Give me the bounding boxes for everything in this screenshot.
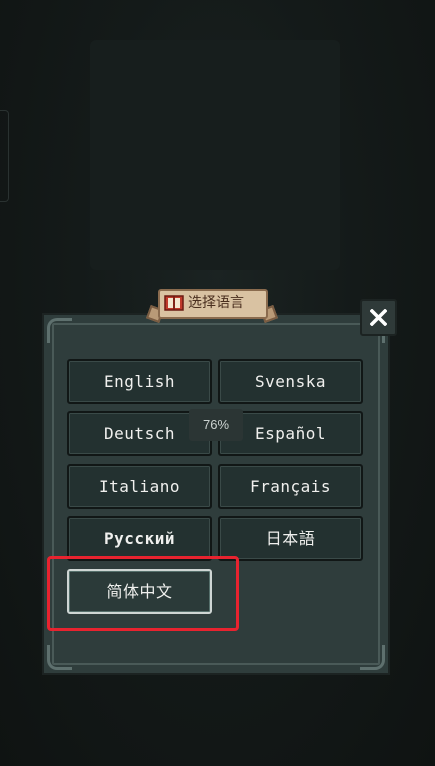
- highlight-annotation: [47, 556, 239, 631]
- dialog-title: 选择语言: [188, 295, 244, 311]
- corner-ornament-icon: [47, 645, 72, 670]
- language-button-svenska[interactable]: Svenska: [218, 359, 363, 404]
- dialog-title-banner: 选择语言: [146, 287, 278, 323]
- language-button-japanese[interactable]: 日本語: [218, 516, 363, 561]
- book-icon: [164, 295, 184, 311]
- game-background: 选择语言 English Svenska Deutsch Español Ita…: [0, 0, 435, 766]
- zoom-level-badge: 76%: [189, 409, 243, 441]
- corner-ornament-icon: [47, 318, 72, 343]
- background-silhouette: [90, 40, 340, 270]
- background-edge-element: [0, 110, 9, 202]
- close-button[interactable]: [360, 299, 397, 336]
- language-button-english[interactable]: English: [67, 359, 212, 404]
- close-icon: [370, 309, 387, 326]
- language-button-francais[interactable]: Français: [218, 464, 363, 509]
- language-button-russian[interactable]: Русский: [67, 516, 212, 561]
- corner-ornament-icon: [360, 645, 385, 670]
- language-button-italiano[interactable]: Italiano: [67, 464, 212, 509]
